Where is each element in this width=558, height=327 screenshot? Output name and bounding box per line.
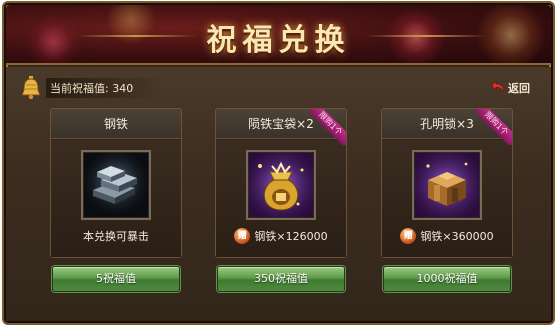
points-display: 当前祝福值: 340 bbox=[46, 78, 164, 98]
gift-line: 赠 钢铁×360000 bbox=[382, 228, 512, 244]
gift-text: 钢铁×126000 bbox=[254, 230, 328, 243]
bell-icon bbox=[20, 76, 42, 100]
card-body: 赠 钢铁×126000 bbox=[216, 140, 346, 257]
card-body: 本兑换可暴击 bbox=[51, 140, 181, 257]
gift-icon: 赠 bbox=[400, 228, 417, 244]
card-body: 赠 钢铁×360000 bbox=[382, 140, 512, 257]
points-label: 当前祝福值: bbox=[50, 82, 109, 95]
limit-ribbon: 限购1个 bbox=[476, 109, 512, 145]
limit-ribbon-label: 限购1个 bbox=[310, 109, 346, 145]
item-slot[interactable] bbox=[412, 150, 482, 220]
meteor-iron-bag-icon bbox=[248, 152, 314, 218]
exchange-button-kongming-lock[interactable]: 1000祝福值 bbox=[383, 266, 511, 292]
limit-ribbon: 限购1个 bbox=[310, 109, 346, 145]
points-value: 340 bbox=[112, 82, 134, 95]
card-note: 本兑换可暴击 bbox=[83, 230, 149, 243]
back-label: 返回 bbox=[508, 82, 530, 95]
card-title: 钢铁 bbox=[51, 109, 181, 139]
page-title: 祝福兑换 bbox=[206, 23, 351, 58]
exchange-button-steel[interactable]: 5祝福值 bbox=[52, 266, 180, 292]
kongming-lock-icon bbox=[414, 152, 480, 218]
item-slot[interactable] bbox=[81, 150, 151, 220]
exchange-card-meteor-bag: 陨铁宝袋×2 赠 钢铁×126000 限购1个 bbox=[215, 108, 347, 258]
item-slot[interactable] bbox=[246, 150, 316, 220]
gift-icon: 赠 bbox=[234, 228, 251, 244]
exchange-card-kongming-lock: 孔明锁×3 赠 钢铁×360000 限购1个 bbox=[381, 108, 513, 258]
exchange-card-steel: 钢铁 本兑换可暴击 bbox=[50, 108, 182, 258]
blessing-points-bar: 当前祝福值: 340 bbox=[20, 76, 164, 100]
gift-text: 钢铁×360000 bbox=[420, 230, 494, 243]
back-arrow-icon bbox=[492, 81, 505, 93]
header-banner: 祝福兑换 bbox=[6, 5, 551, 65]
gift-line: 赠 钢铁×126000 bbox=[216, 228, 346, 244]
exchange-button-meteor-bag[interactable]: 350祝福值 bbox=[217, 266, 345, 292]
back-button[interactable]: 返回 bbox=[492, 80, 530, 96]
limit-ribbon-label: 限购1个 bbox=[476, 109, 512, 145]
steel-ingot-icon bbox=[83, 152, 149, 218]
